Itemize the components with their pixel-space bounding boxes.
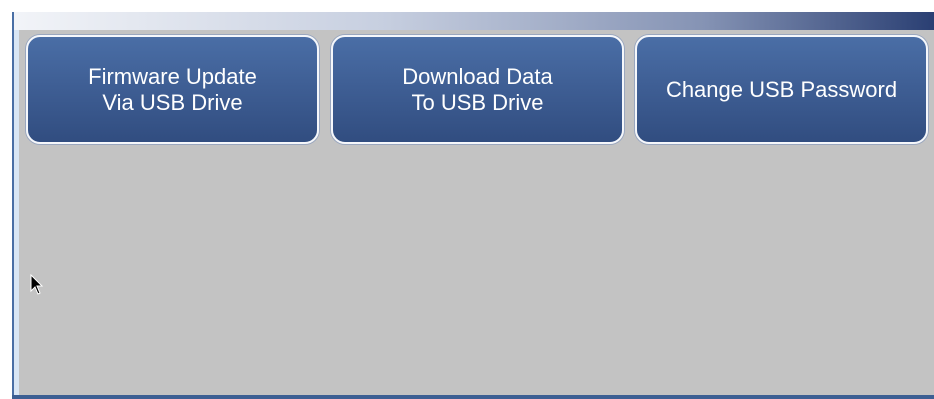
download-data-button[interactable]: Download Data To USB Drive: [331, 35, 624, 144]
change-usb-password-button[interactable]: Change USB Password: [635, 35, 928, 144]
arrow-cursor-icon: [30, 273, 44, 296]
download-data-label-line2: To USB Drive: [411, 89, 544, 115]
header-bar: [14, 12, 934, 30]
bottom-bar: [12, 395, 934, 399]
change-usb-password-label: Change USB Password: [666, 77, 897, 103]
firmware-update-label-line2: Via USB Drive: [102, 89, 243, 115]
screen: Firmware Update Via USB Drive Download D…: [0, 0, 934, 399]
download-data-label: Download Data To USB Drive: [402, 64, 552, 116]
firmware-update-button[interactable]: Firmware Update Via USB Drive: [26, 35, 319, 144]
firmware-update-label-line1: Firmware Update: [88, 63, 257, 89]
download-data-label-line1: Download Data: [402, 63, 553, 89]
change-usb-password-label-line1: Change USB Password: [665, 76, 898, 102]
firmware-update-label: Firmware Update Via USB Drive: [88, 64, 257, 116]
